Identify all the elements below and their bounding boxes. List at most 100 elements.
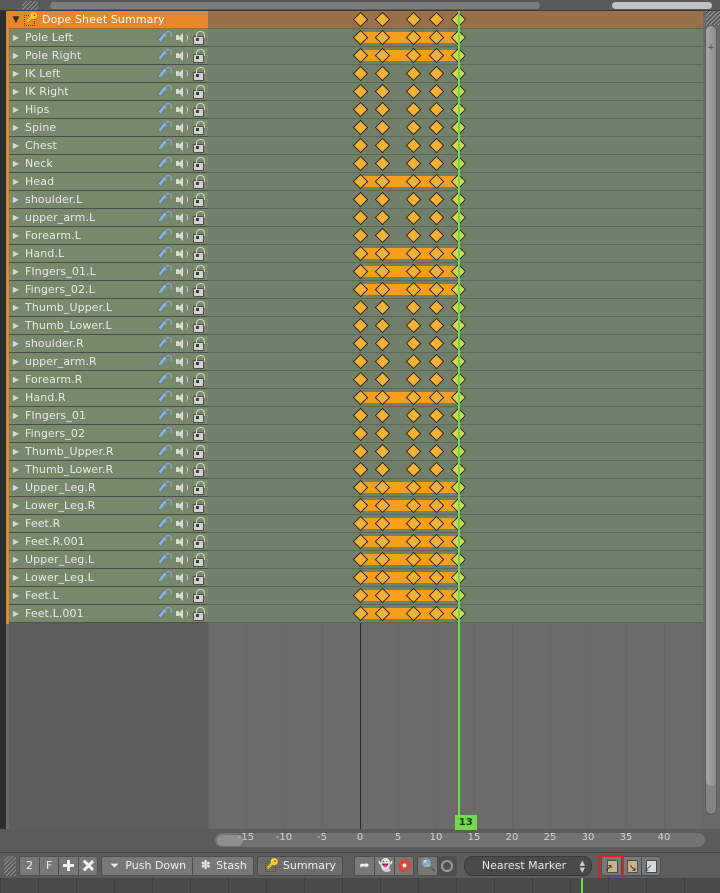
expand-triangle-icon[interactable]: ▶ [9, 65, 23, 83]
unlocked-padlock-icon[interactable] [191, 445, 205, 459]
wrench-icon[interactable] [159, 409, 172, 422]
keyframe-diamond[interactable] [352, 443, 368, 460]
channel-keyframe-row[interactable] [208, 335, 703, 353]
keyframe-diamond[interactable] [352, 461, 368, 478]
horizontal-scrollbar-right[interactable] [612, 2, 712, 9]
scrollbar-zoom-plus-icon[interactable]: + [707, 44, 715, 53]
channel-keyframe-row[interactable] [208, 299, 703, 317]
keyframe-diamond[interactable] [428, 371, 444, 388]
speaker-icon[interactable] [175, 589, 188, 602]
expand-triangle-icon[interactable]: ▶ [9, 299, 23, 317]
speaker-icon[interactable] [175, 571, 188, 584]
speaker-icon[interactable] [175, 535, 188, 548]
keyframe-diamond[interactable] [405, 407, 421, 424]
keyframe-diamond[interactable] [352, 335, 368, 352]
keyframe-diamond[interactable] [405, 425, 421, 442]
channel-keyframe-row[interactable] [208, 533, 703, 551]
channel-keyframe-row[interactable] [208, 155, 703, 173]
expand-triangle-icon[interactable]: ▶ [9, 335, 23, 353]
wrench-icon[interactable] [159, 481, 172, 494]
expand-triangle-icon[interactable]: ▶ [9, 389, 23, 407]
wrench-icon[interactable] [159, 373, 172, 386]
keyframe-diamond[interactable] [375, 371, 391, 388]
unlocked-padlock-icon[interactable] [191, 499, 205, 513]
timeline-ruler[interactable]: -15 -10 -5 0 5 10 15 20 25 30 35 40 13 [0, 807, 720, 852]
speaker-icon[interactable] [175, 445, 188, 458]
layer-count-field[interactable]: 2 [19, 855, 39, 876]
unlocked-padlock-icon[interactable] [191, 355, 205, 369]
channel-keyframe-row[interactable] [208, 317, 703, 335]
channel-row[interactable]: ▶ Chest [9, 137, 208, 155]
keyframe-diamond[interactable] [375, 461, 391, 478]
speaker-icon[interactable] [175, 553, 188, 566]
keyframe-diamond[interactable] [375, 191, 391, 208]
expand-triangle-icon[interactable]: ▶ [9, 533, 23, 551]
expand-triangle-icon[interactable]: ▶ [9, 461, 23, 479]
keyframe-diamond[interactable] [405, 227, 421, 244]
toolbar-grip[interactable] [4, 855, 16, 876]
expand-triangle-icon[interactable]: ▶ [9, 227, 23, 245]
mode-selector[interactable]: Summary [256, 855, 344, 876]
speaker-icon[interactable] [175, 121, 188, 134]
channel-keyframe-row[interactable] [208, 371, 703, 389]
speaker-icon[interactable] [175, 607, 188, 620]
keyframe-diamond[interactable] [375, 317, 391, 334]
speaker-icon[interactable] [175, 463, 188, 476]
wrench-icon[interactable] [159, 301, 172, 314]
push-down-button[interactable]: ⏷ Push Down [101, 855, 193, 876]
keyframe-diamond[interactable] [428, 461, 444, 478]
expand-triangle-icon[interactable]: ▶ [9, 569, 23, 587]
keyframe-diamond[interactable] [375, 83, 391, 100]
keyframe-diamond[interactable] [428, 299, 444, 316]
keyframe-diamond[interactable] [375, 335, 391, 352]
keyframe-diamond[interactable] [405, 119, 421, 136]
unlocked-padlock-icon[interactable] [191, 85, 205, 99]
channel-keyframe-row[interactable] [208, 407, 703, 425]
channel-row[interactable]: ▶ IK Left [9, 65, 208, 83]
unlocked-padlock-icon[interactable] [191, 607, 205, 621]
keyframe-diamond[interactable] [405, 317, 421, 334]
wrench-icon[interactable] [159, 607, 172, 620]
area-resize-grip[interactable] [22, 1, 38, 10]
wrench-icon[interactable] [159, 211, 172, 224]
select-cursor-button[interactable]: ➦ [354, 855, 375, 876]
unlocked-padlock-icon[interactable] [191, 571, 205, 585]
speaker-icon[interactable] [175, 229, 188, 242]
wrench-icon[interactable] [159, 589, 172, 602]
speaker-icon[interactable] [175, 103, 188, 116]
speaker-icon[interactable] [175, 319, 188, 332]
channel-keyframe-row[interactable] [208, 263, 703, 281]
channel-keyframe-row[interactable] [208, 353, 703, 371]
speaker-icon[interactable] [175, 31, 188, 44]
channel-keyframe-row[interactable] [208, 479, 703, 497]
paste-keyframes-button[interactable]: ↘ [621, 855, 642, 876]
unlink-action-button[interactable] [78, 855, 99, 876]
channel-keyframe-row[interactable] [208, 551, 703, 569]
wrench-icon[interactable] [159, 121, 172, 134]
wrench-icon[interactable] [159, 139, 172, 152]
keyframe-diamond[interactable] [375, 65, 391, 82]
expand-triangle-icon[interactable]: ▼ [9, 11, 23, 29]
keyframe-diamond[interactable] [405, 83, 421, 100]
keyframe-diamond[interactable] [352, 425, 368, 442]
wrench-icon[interactable] [159, 553, 172, 566]
keyframe-diamond[interactable] [405, 65, 421, 82]
unlocked-padlock-icon[interactable] [191, 229, 205, 243]
wrench-icon[interactable] [159, 445, 172, 458]
speaker-icon[interactable] [175, 283, 188, 296]
keyframe-diamond[interactable] [428, 155, 444, 172]
playhead[interactable] [457, 11, 460, 829]
unlocked-padlock-icon[interactable] [191, 553, 205, 567]
speaker-icon[interactable] [175, 409, 188, 422]
unlocked-padlock-icon[interactable] [191, 31, 205, 45]
unlocked-padlock-icon[interactable] [191, 535, 205, 549]
wrench-icon[interactable] [159, 85, 172, 98]
expand-triangle-icon[interactable]: ▶ [9, 101, 23, 119]
keyframe-diamond[interactable] [428, 137, 444, 154]
unlocked-padlock-icon[interactable] [191, 283, 205, 297]
channel-keyframe-row[interactable] [208, 119, 703, 137]
speaker-icon[interactable] [175, 499, 188, 512]
expand-triangle-icon[interactable]: ▶ [9, 587, 23, 605]
wrench-icon[interactable] [159, 175, 172, 188]
keyframe-diamond[interactable] [375, 425, 391, 442]
